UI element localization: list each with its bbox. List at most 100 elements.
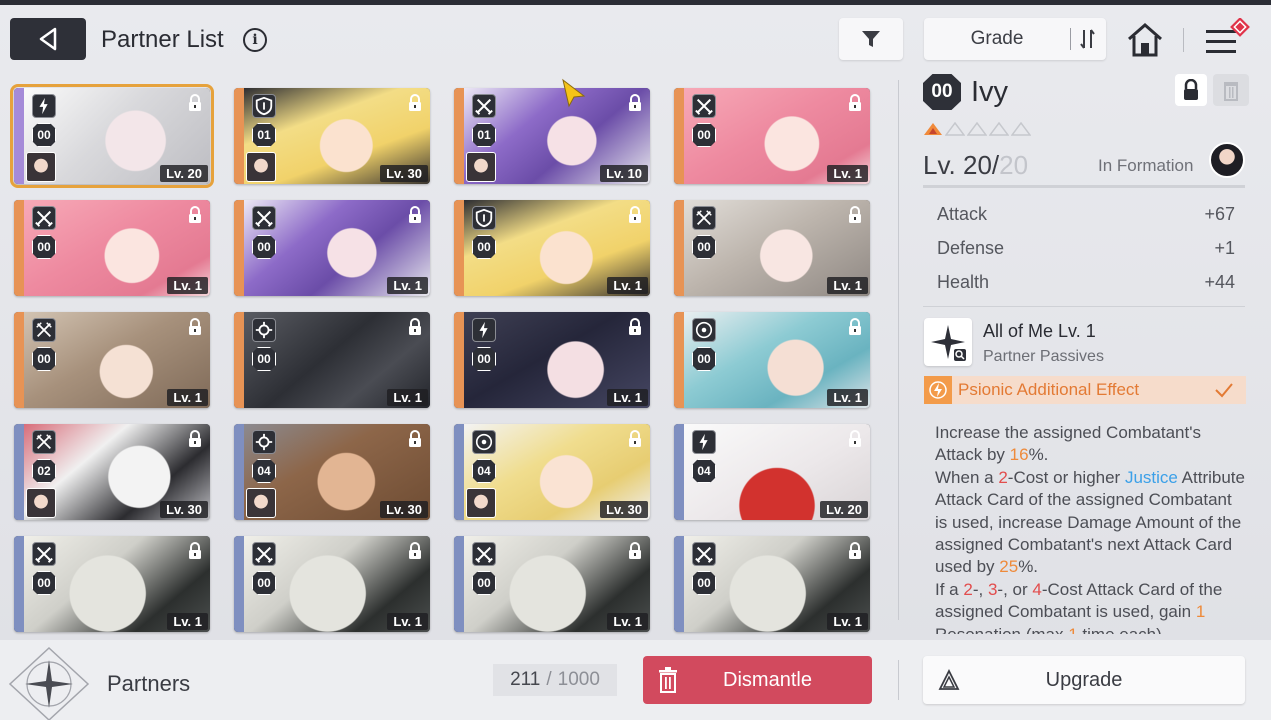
upgrade-triangle-icon <box>923 669 975 691</box>
stat-value: +1 <box>1214 238 1235 258</box>
psionic-icon <box>924 376 952 404</box>
lock-icon[interactable] <box>406 317 424 337</box>
stats-divider <box>923 306 1245 307</box>
lock-icon[interactable] <box>406 429 424 449</box>
partner-card[interactable]: 00 Lv. 1 <box>454 536 650 632</box>
desc-text: Resonation (max <box>935 625 1068 634</box>
grade-badge: 02 <box>32 459 56 483</box>
rank-empty-icon <box>989 122 1009 136</box>
partners-emblem-icon <box>8 646 90 720</box>
lock-icon[interactable] <box>626 429 644 449</box>
partner-card[interactable]: 00 Lv. 20 <box>10 84 214 188</box>
effect-label: Psionic Additional Effect <box>958 380 1140 399</box>
lock-icon[interactable] <box>186 541 204 561</box>
info-icon[interactable]: i <box>243 28 267 52</box>
partner-card[interactable]: 02 Lv. 30 <box>14 424 210 520</box>
shield-icon <box>252 94 276 118</box>
partner-card[interactable]: 00 Lv. 1 <box>234 536 430 632</box>
partner-card[interactable]: 01 Lv. 10 <box>454 88 650 184</box>
partner-card[interactable]: 04 Lv. 30 <box>454 424 650 520</box>
sort-order-icon[interactable] <box>1071 28 1105 50</box>
detail-level: Lv. 20/20 <box>923 150 1028 181</box>
card-level: Lv. 1 <box>827 277 868 294</box>
rarity-strip <box>674 200 684 296</box>
lock-icon[interactable] <box>186 429 204 449</box>
partner-card[interactable]: 00 Lv. 1 <box>454 200 650 296</box>
lock-icon[interactable] <box>626 541 644 561</box>
lock-icon[interactable] <box>626 317 644 337</box>
lock-icon[interactable] <box>406 93 424 113</box>
crossed-swords-icon <box>692 206 716 230</box>
lock-icon[interactable] <box>186 205 204 225</box>
stat-label: Attack <box>937 204 988 224</box>
partner-card[interactable]: 00 Lv. 1 <box>674 88 870 184</box>
partner-card[interactable]: 00 Lv. 1 <box>234 312 430 408</box>
lock-icon[interactable] <box>846 541 864 561</box>
partner-card[interactable]: 04 Lv. 20 <box>674 424 870 520</box>
rank-filled-icon <box>924 123 942 135</box>
lock-icon[interactable] <box>846 429 864 449</box>
level-max: 20 <box>999 150 1029 180</box>
psionic-effect-bar[interactable]: Psionic Additional Effect <box>924 376 1246 404</box>
filter-button[interactable] <box>839 18 903 60</box>
partner-card[interactable]: 00 Lv. 1 <box>14 200 210 296</box>
detail-grade-badge: 00 <box>923 74 961 110</box>
lock-icon[interactable] <box>186 317 204 337</box>
partner-card[interactable]: 00 Lv. 1 <box>674 312 870 408</box>
skill-description[interactable]: Increase the assigned Combatant's Attack… <box>935 422 1247 634</box>
count-current: 211 <box>510 669 541 690</box>
desc-text: Increase the assigned Combatant's Attack… <box>935 423 1201 465</box>
rank-empty-icon <box>967 122 987 136</box>
lock-icon[interactable] <box>406 205 424 225</box>
card-level: Lv. 1 <box>387 389 428 406</box>
partner-card[interactable]: 00 Lv. 1 <box>454 312 650 408</box>
swords-icon <box>252 206 276 230</box>
swords-icon <box>32 542 56 566</box>
back-button[interactable] <box>10 18 86 60</box>
lock-icon[interactable] <box>626 205 644 225</box>
lock-icon[interactable] <box>186 93 204 113</box>
partner-card[interactable]: 00 Lv. 1 <box>14 312 210 408</box>
rarity-strip <box>454 312 464 408</box>
card-level: Lv. 20 <box>820 501 868 518</box>
lock-toggle-button[interactable] <box>1175 74 1207 106</box>
equipped-combatant-avatar <box>26 488 56 518</box>
upgrade-button[interactable]: Upgrade <box>923 656 1245 704</box>
pointer-cursor-icon <box>562 78 586 108</box>
lock-icon[interactable] <box>406 541 424 561</box>
card-level: Lv. 1 <box>167 389 208 406</box>
trash-icon <box>643 667 693 693</box>
lock-icon[interactable] <box>846 93 864 113</box>
dismantle-button[interactable]: Dismantle <box>643 656 872 704</box>
partner-card[interactable]: 01 Lv. 30 <box>234 88 430 184</box>
menu-button[interactable] <box>1203 17 1253 60</box>
partner-card[interactable]: 00 Lv. 1 <box>234 200 430 296</box>
partner-card[interactable]: 00 Lv. 1 <box>14 536 210 632</box>
rarity-strip <box>234 536 244 632</box>
card-level: Lv. 1 <box>167 277 208 294</box>
rarity-strip <box>674 536 684 632</box>
formation-avatar[interactable] <box>1209 142 1245 178</box>
grade-badge: 01 <box>472 123 496 147</box>
sort-dropdown[interactable]: Grade <box>924 18 1106 60</box>
card-level: Lv. 30 <box>380 165 428 182</box>
grade-badge: 00 <box>32 235 56 259</box>
skill-icon-button[interactable] <box>924 318 972 366</box>
card-level: Lv. 1 <box>827 389 868 406</box>
lock-icon[interactable] <box>846 317 864 337</box>
swords-icon <box>692 94 716 118</box>
upgrade-label: Upgrade <box>1045 668 1123 691</box>
partner-card[interactable]: 04 Lv. 30 <box>234 424 430 520</box>
delete-button[interactable] <box>1213 74 1249 106</box>
rarity-strip <box>234 200 244 296</box>
page-title: Partner List <box>101 26 224 53</box>
partner-card[interactable]: 00 Lv. 1 <box>674 536 870 632</box>
home-button[interactable] <box>1124 20 1166 60</box>
lock-icon[interactable] <box>626 93 644 113</box>
desc-text: -, <box>972 579 988 599</box>
partner-card[interactable]: 00 Lv. 1 <box>674 200 870 296</box>
rarity-strip <box>454 200 464 296</box>
lock-icon[interactable] <box>846 205 864 225</box>
card-level: Lv. 20 <box>160 165 208 182</box>
stat-label: Health <box>937 272 990 292</box>
